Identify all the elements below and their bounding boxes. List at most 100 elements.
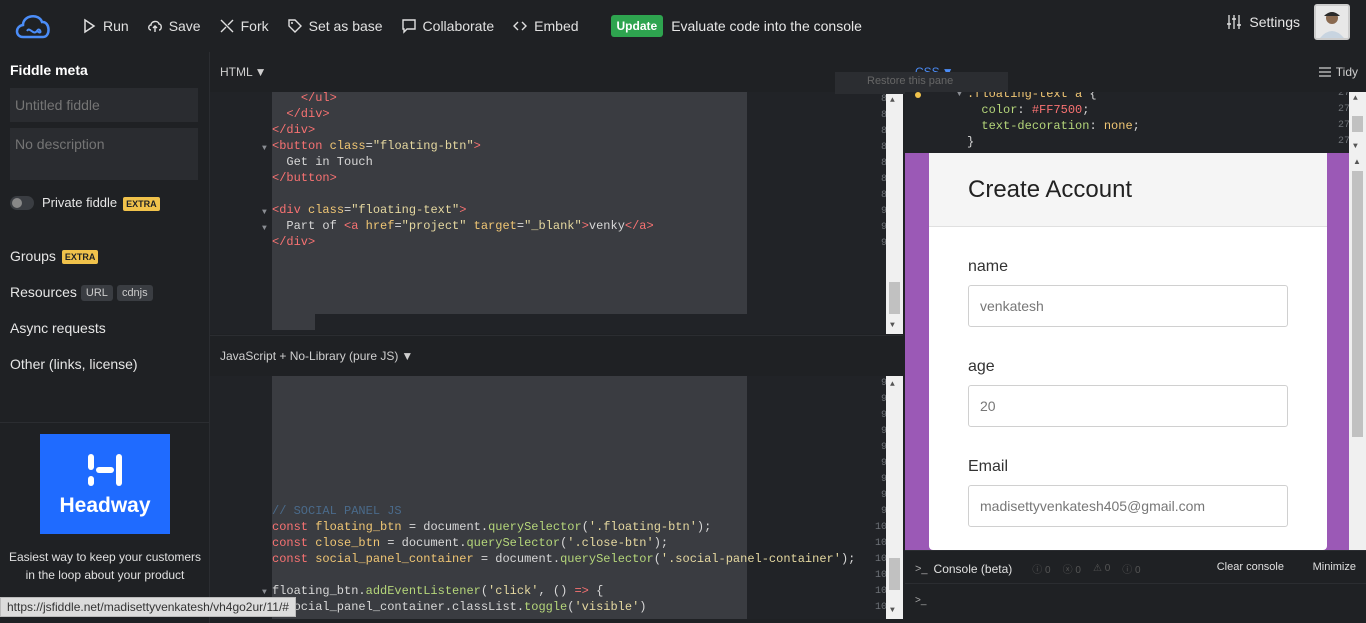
html-panel: HTML▼ 83 84 85 86 87 88 89 90 91 92 ▼ ▼ … [210,52,903,334]
js-editor[interactable]: 91 92 93 94 95 96 97 98 99 100 101 102 1… [210,376,903,619]
chat-icon [401,19,416,34]
ad-block: Headway Easiest way to keep your custome… [0,422,210,623]
code-line: color: #FF7500; [981,103,1090,117]
create-account-heading: Create Account [929,153,1327,227]
run-label: Run [103,18,129,34]
dropdown-icon: ▼ [254,65,267,79]
collaborate-button[interactable]: Collaborate [401,18,495,34]
code-line: <div class="floating-text"> [272,203,467,217]
set-as-base-button[interactable]: Set as base [287,18,383,34]
collaborate-label: Collaborate [422,18,495,34]
scroll-thumb[interactable] [1352,171,1363,437]
jsfiddle-logo-icon[interactable] [11,4,55,48]
code-line: Get in Touch [272,155,373,169]
settings-button[interactable]: Settings [1226,0,1300,44]
headway-brand: Headway [59,494,151,517]
cdnjs-badge[interactable]: cdnjs [116,285,153,302]
code-line: } [967,135,975,149]
async-requests-section[interactable]: Async requests [10,320,106,336]
code-icon [513,21,528,31]
html-scrollbar[interactable]: ▲ ▼ [886,92,903,334]
save-button[interactable]: Save [147,18,201,34]
css-scrollbar[interactable]: ▲ ▼ [1349,92,1366,153]
tidy-button[interactable]: Tidy [1318,65,1358,79]
fork-label: Fork [240,18,269,34]
fiddle-description-input[interactable] [10,128,198,180]
embed-button[interactable]: Embed [512,18,579,34]
fiddle-meta-title: Fiddle meta [10,62,88,78]
resources-section[interactable]: Resources URL cdnjs [10,284,153,302]
result-scrollbar[interactable]: ▲ [1349,153,1366,550]
sliders-icon [1227,15,1242,29]
code-line: const social_panel_container = document.… [272,552,856,566]
html-code-bg-tail [272,314,315,330]
other-section[interactable]: Other (links, license) [10,356,138,372]
headway-logo-icon [88,454,122,486]
html-editor[interactable]: 83 84 85 86 87 88 89 90 91 92 ▼ ▼ ▼ </ul… [210,92,903,334]
code-line: const close_btn = document.querySelector… [272,536,669,550]
minimize-console-button[interactable]: Minimize [1313,561,1356,573]
age-input[interactable]: 20 [968,385,1288,427]
breakpoint-dot [915,92,921,98]
scroll-up-icon[interactable]: ▲ [890,380,895,389]
console-prompt[interactable]: >_ [915,595,926,606]
scroll-down-icon[interactable]: ▼ [890,606,895,615]
error-count: ⓧ 0 [1062,565,1081,576]
warning-count: ⚠ 0 [1092,563,1111,574]
tag-icon [287,19,302,33]
fold-icon[interactable]: ▼ [957,92,962,99]
email-input[interactable]: madisettyvenkatesh405@gmail.com [968,485,1288,527]
fold-icon[interactable]: ▼ [262,224,267,233]
code-line: // SOCIAL PANEL JS [272,504,402,518]
scroll-thumb[interactable] [889,282,900,314]
log-count: ⓘ 0 [1122,565,1141,576]
tidy-label: Tidy [1335,65,1358,79]
terminal-icon: >_ [915,562,928,575]
js-panel-header[interactable]: JavaScript + No-Library (pure JS) ▼ [220,336,413,376]
code-line: </div> [272,235,316,249]
private-fiddle-text: Private fiddle [42,195,118,210]
groups-section[interactable]: Groups EXTRA [10,248,99,265]
scroll-up-icon[interactable]: ▲ [1353,94,1358,103]
sidebar: Fiddle meta Private fiddle EXTRA Groups EX… [0,52,210,623]
list-icon [1318,67,1331,77]
scroll-thumb[interactable] [889,558,900,590]
scroll-thumb[interactable] [1352,116,1363,132]
fold-icon[interactable]: ▼ [262,588,267,597]
code-line: social_panel_container.classList.toggle(… [272,600,647,614]
settings-label: Settings [1249,14,1300,30]
fork-icon [220,19,234,33]
code-line: const floating_btn = document.querySelec… [272,520,712,534]
html-panel-header[interactable]: HTML ▼ [220,52,267,92]
private-fiddle-label: Private fiddle EXTRA [42,195,160,211]
info-count: ⓘ 0 [1032,565,1051,576]
clear-console-button[interactable]: Clear console [1217,561,1284,573]
headway-ad-banner[interactable]: Headway [40,434,170,534]
scroll-up-icon[interactable]: ▲ [890,96,895,105]
console-header[interactable]: >_ Console (beta) ⓘ 0 ⓧ 0 ⚠ 0 ⓘ 0 [915,561,1141,577]
user-avatar[interactable] [1314,4,1350,40]
groups-label: Groups [10,248,56,264]
fold-icon[interactable]: ▼ [262,144,267,153]
scroll-down-icon[interactable]: ▼ [890,321,895,330]
scroll-down-icon[interactable]: ▼ [1353,142,1358,151]
css-gutter [905,92,967,153]
code-line: floating_btn.addEventListener('click', (… [272,584,604,598]
scroll-up-icon[interactable]: ▲ [1353,157,1361,166]
dropdown-icon: ▼ [401,349,414,363]
fold-icon[interactable]: ▼ [262,208,267,217]
fork-button[interactable]: Fork [219,18,269,34]
private-fiddle-toggle[interactable] [10,196,34,210]
fiddle-title-input[interactable] [10,88,198,122]
update-badge[interactable]: Update [610,15,664,37]
groups-extra-badge: EXTRA [61,250,99,265]
update-description: Evaluate code into the console [671,18,862,34]
url-badge[interactable]: URL [80,285,113,302]
warning-count-value: 0 [1104,563,1111,574]
console-title: Console (beta) [933,561,1013,576]
name-input[interactable]: venkatesh [968,285,1288,327]
run-button[interactable]: Run [81,18,129,34]
css-editor[interactable]: 270 271 272 273 ▼ .floating-text a { col… [905,92,1366,153]
js-scrollbar[interactable]: ▲ ▼ [886,376,903,619]
top-toolbar: Run Save Fork Set as base Collaborate Em… [0,0,1366,52]
